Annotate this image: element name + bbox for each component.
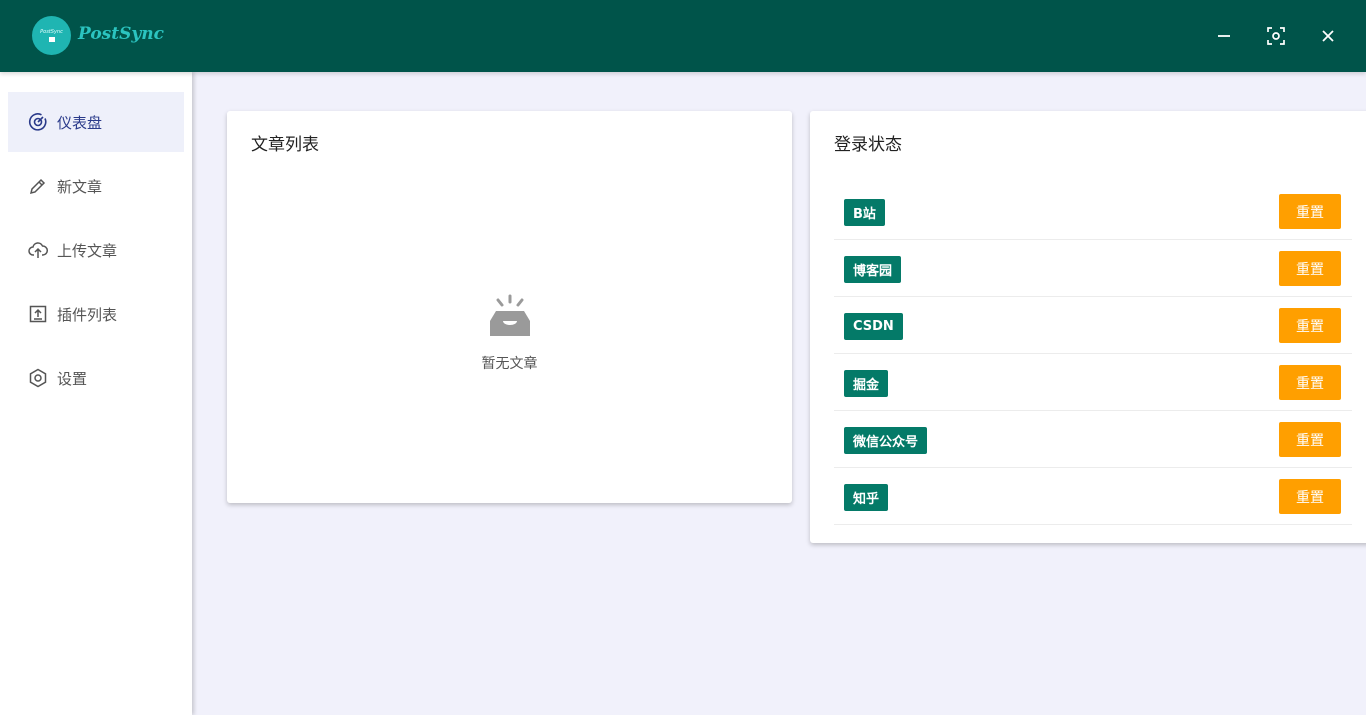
minimize-icon: [1218, 35, 1230, 37]
platform-tag: CSDN: [844, 313, 903, 340]
empty-state: 暂无文章: [227, 293, 792, 373]
sidebar-item-label: 仪表盘: [57, 113, 103, 132]
sidebar: 仪表盘 新文章 上传文章 插件列表 设置: [0, 72, 192, 715]
article-list-title: 文章列表: [251, 135, 319, 155]
cloud-upload-icon: [28, 240, 48, 260]
login-status-title: 登录状态: [834, 135, 902, 155]
app-logo: PostSync: [32, 16, 71, 55]
sidebar-item-label: 上传文章: [57, 241, 118, 260]
platform-tag: 博客园: [844, 256, 902, 283]
status-row-juejin: 掘金 重置: [834, 354, 1352, 411]
status-row-csdn: CSDN 重置: [834, 297, 1352, 354]
platform-tag: B站: [844, 199, 885, 226]
logo-mini-text: PostSync: [40, 29, 63, 35]
platform-tag: 知乎: [844, 484, 889, 511]
platform-tag: 微信公众号: [844, 427, 928, 454]
empty-text: 暂无文章: [481, 356, 538, 372]
upload-box-icon: [28, 304, 48, 324]
reset-button[interactable]: 重置: [1279, 422, 1341, 457]
close-button[interactable]: [1316, 24, 1340, 48]
status-row-wechat: 微信公众号 重置: [834, 411, 1352, 468]
sidebar-item-settings[interactable]: 设置: [8, 348, 184, 408]
app-name: PostSync: [78, 24, 164, 44]
sidebar-item-label: 新文章: [57, 177, 103, 196]
login-status-card: 登录状态 B站 重置 博客园 重置 CSDN 重置 掘金 重置 微信公众号 重置…: [810, 111, 1366, 543]
sidebar-item-new-article[interactable]: 新文章: [8, 156, 184, 216]
reset-button[interactable]: 重置: [1279, 251, 1341, 286]
sidebar-item-plugin-list[interactable]: 插件列表: [8, 284, 184, 344]
article-list-card: 文章列表 暂无文章: [227, 111, 792, 503]
fullscreen-icon: [1267, 27, 1285, 45]
fullscreen-button[interactable]: [1264, 24, 1288, 48]
sidebar-item-label: 插件列表: [57, 305, 118, 324]
status-row-zhihu: 知乎 重置: [834, 468, 1352, 525]
sidebar-item-label: 设置: [57, 369, 88, 388]
pencil-icon: [28, 176, 48, 196]
reset-button[interactable]: 重置: [1279, 194, 1341, 229]
reset-button[interactable]: 重置: [1279, 479, 1341, 514]
platform-tag: 掘金: [844, 370, 889, 397]
sidebar-item-dashboard[interactable]: 仪表盘: [8, 92, 184, 152]
title-bar: PostSync PostSync: [0, 0, 1366, 72]
dashboard-gauge-icon: [28, 112, 48, 132]
reset-button[interactable]: 重置: [1279, 308, 1341, 343]
status-row-bilibili: B站 重置: [834, 183, 1352, 240]
minimize-button[interactable]: [1212, 24, 1236, 48]
sidebar-item-upload-article[interactable]: 上传文章: [8, 220, 184, 280]
close-icon: [1322, 30, 1334, 42]
hexagon-settings-icon: [28, 368, 48, 388]
reset-button[interactable]: 重置: [1279, 365, 1341, 400]
empty-inbox-icon: [489, 294, 530, 336]
status-row-cnblogs: 博客园 重置: [834, 240, 1352, 297]
